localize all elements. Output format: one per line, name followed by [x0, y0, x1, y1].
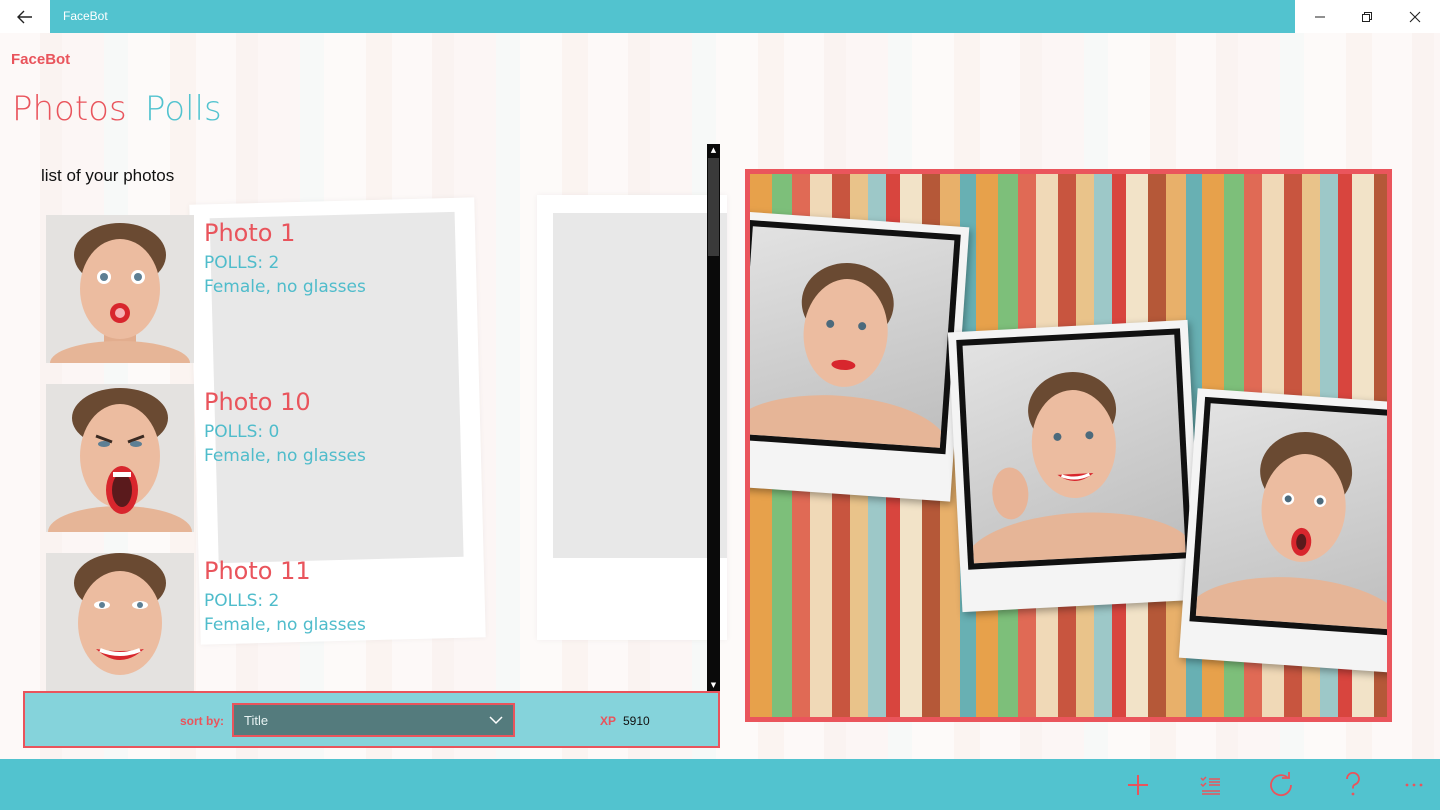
- close-button[interactable]: [1391, 0, 1439, 33]
- back-button[interactable]: [0, 0, 50, 33]
- brand-label: FaceBot: [11, 51, 71, 68]
- item-title: Photo 10: [204, 388, 311, 416]
- list-item[interactable]: Photo 1 POLLS: 2 Female, no glasses: [46, 215, 496, 363]
- window-title: FaceBot: [63, 9, 108, 23]
- item-title: Photo 11: [204, 557, 311, 585]
- polaroid-frame: [947, 319, 1203, 613]
- preview-image: [745, 169, 1392, 722]
- list-item[interactable]: Photo 11 POLLS: 2 Female, no glasses: [46, 553, 496, 691]
- photo-thumbnail: [46, 215, 194, 363]
- sort-dropdown[interactable]: Title: [232, 703, 515, 737]
- close-icon: [1409, 11, 1421, 22]
- xp-value: 5910: [623, 714, 650, 728]
- item-polls: POLLS: 2: [204, 591, 280, 611]
- item-title: Photo 1: [204, 219, 296, 247]
- tab-polls[interactable]: Polls: [145, 89, 222, 129]
- checklist-button[interactable]: [1194, 769, 1226, 801]
- item-description: Female, no glasses: [204, 446, 366, 466]
- photo-list: Photo 1 POLLS: 2 Female, no glasses Phot…: [46, 215, 496, 691]
- section-heading: list of your photos: [41, 166, 175, 185]
- sort-selected-value: Title: [244, 713, 269, 728]
- polaroid-frame: [1178, 388, 1387, 674]
- sort-panel: sort by: Title XP 5910: [23, 691, 720, 748]
- more-button[interactable]: [1398, 769, 1430, 801]
- minimize-button[interactable]: [1296, 0, 1344, 33]
- scroll-down-icon[interactable]: ▼: [707, 679, 720, 691]
- list-item[interactable]: Photo 10 POLLS: 0 Female, no glasses: [46, 384, 496, 532]
- polaroid-frame: [750, 211, 970, 502]
- restore-button[interactable]: [1343, 0, 1391, 33]
- decorative-frame: [537, 195, 727, 640]
- refresh-icon: [1270, 772, 1292, 797]
- tab-photos[interactable]: Photos: [12, 89, 127, 129]
- photo-thumbnail: [46, 384, 194, 532]
- sort-label: sort by:: [180, 714, 225, 728]
- refresh-button[interactable]: [1265, 769, 1297, 801]
- scroll-up-icon[interactable]: ▲: [707, 144, 720, 156]
- arrow-left-icon: [17, 10, 32, 23]
- add-icon: [1128, 775, 1148, 795]
- xp-label: XP: [600, 714, 617, 728]
- title-bar: FaceBot: [0, 0, 1440, 33]
- title-bar-accent: [0, 0, 1295, 33]
- list-scrollbar[interactable]: ▲ ▼: [707, 144, 720, 691]
- chevron-down-icon: [489, 712, 503, 731]
- more-icon: [1405, 783, 1423, 787]
- help-button[interactable]: [1337, 769, 1369, 801]
- checklist-icon: [1200, 776, 1220, 795]
- add-button[interactable]: [1122, 769, 1154, 801]
- bottom-app-bar: [0, 759, 1440, 810]
- item-description: Female, no glasses: [204, 277, 366, 297]
- restore-icon: [1362, 11, 1372, 22]
- scroll-thumb[interactable]: [708, 158, 719, 256]
- item-description: Female, no glasses: [204, 615, 366, 635]
- help-icon: [1346, 772, 1360, 796]
- item-polls: POLLS: 0: [204, 422, 280, 442]
- item-polls: POLLS: 2: [204, 253, 280, 273]
- minimize-icon: [1315, 16, 1325, 17]
- photo-thumbnail: [46, 553, 194, 691]
